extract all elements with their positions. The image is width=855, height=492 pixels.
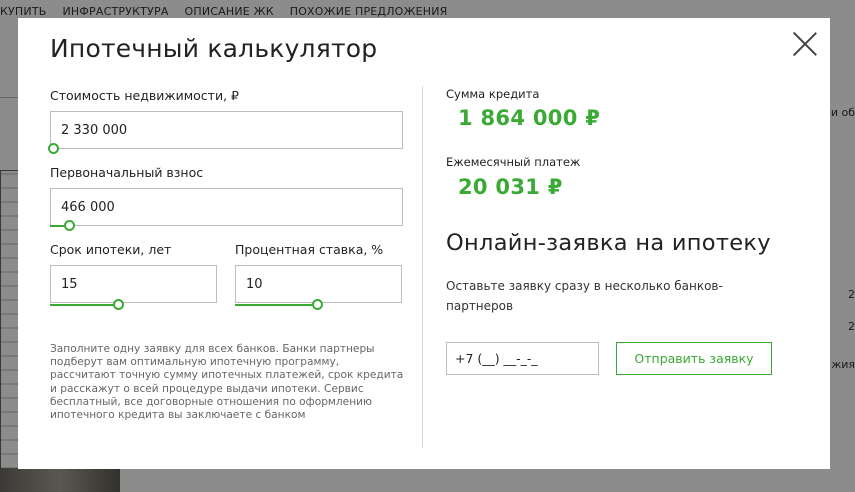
property-cost-label: Стоимость недвижимости, ₽ bbox=[50, 88, 239, 103]
rate-slider-track bbox=[235, 304, 315, 306]
application-text: Оставьте заявку сразу в несколько банков… bbox=[446, 279, 723, 313]
rate-slider-handle[interactable] bbox=[312, 299, 323, 310]
application-title: Онлайн-заявка на ипотеку bbox=[446, 230, 771, 256]
rate-label: Процентная ставка, % bbox=[235, 242, 384, 257]
submit-application-button[interactable]: Отправить заявку bbox=[616, 342, 772, 375]
close-icon[interactable] bbox=[791, 30, 819, 58]
mortgage-calculator-modal: Ипотечный калькулятор Стоимость недвижим… bbox=[18, 18, 830, 469]
modal-title: Ипотечный калькулятор bbox=[50, 34, 378, 63]
rate-input[interactable]: 10 bbox=[235, 265, 402, 303]
monthly-payment-value: 20 031 ₽ bbox=[458, 175, 563, 199]
phone-input[interactable]: +7 (__) __-_-_ bbox=[446, 342, 599, 375]
term-slider-handle[interactable] bbox=[113, 299, 124, 310]
loan-sum-value: 1 864 000 ₽ bbox=[458, 106, 601, 130]
down-payment-label: Первоначальный взнос bbox=[50, 165, 204, 180]
term-input[interactable]: 15 bbox=[50, 265, 217, 303]
property-cost-slider-handle[interactable] bbox=[48, 143, 59, 154]
loan-sum-label: Сумма кредита bbox=[446, 87, 540, 101]
down-payment-slider-handle[interactable] bbox=[64, 220, 75, 231]
column-divider bbox=[422, 86, 423, 448]
term-slider-track bbox=[50, 304, 116, 306]
down-payment-input[interactable]: 466 000 bbox=[50, 188, 403, 226]
monthly-payment-label: Ежемесячный платеж bbox=[446, 155, 581, 169]
property-cost-input[interactable]: 2 330 000 bbox=[50, 111, 403, 149]
term-label: Срок ипотеки, лет bbox=[50, 242, 172, 257]
info-note: Заполните одну заявку для всех банков. Б… bbox=[50, 343, 404, 422]
